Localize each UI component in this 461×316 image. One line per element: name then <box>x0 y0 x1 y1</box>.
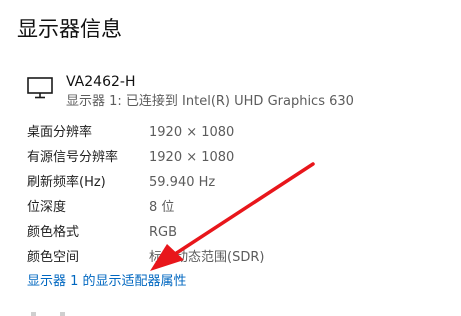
info-row-active-signal-resolution: 有源信号分辨率 1920 × 1080 <box>27 145 447 170</box>
info-value: 1920 × 1080 <box>149 125 235 140</box>
info-value: RGB <box>149 225 178 240</box>
info-row-refresh-rate: 刷新频率(Hz) 59.940 Hz <box>27 170 447 195</box>
info-value: 1920 × 1080 <box>149 150 235 165</box>
page-title: 显示器信息 <box>17 17 122 41</box>
info-row-desktop-resolution: 桌面分辨率 1920 × 1080 <box>27 120 447 145</box>
info-label: 颜色空间 <box>27 250 80 265</box>
display-info-table: 桌面分辨率 1920 × 1080 有源信号分辨率 1920 × 1080 刷新… <box>27 120 447 270</box>
monitor-name: VA2462-H <box>66 74 136 90</box>
display-adapter-properties-link[interactable]: 显示器 1 的显示适配器属性 <box>27 271 187 293</box>
monitor-connection-description: 显示器 1: 已连接到 Intel(R) UHD Graphics 630 <box>66 94 354 109</box>
info-label: 桌面分辨率 <box>27 125 93 140</box>
info-label: 刷新频率(Hz) <box>27 175 106 190</box>
info-row-color-space: 颜色空间 标准动态范围(SDR) <box>27 245 447 270</box>
info-row-color-format: 颜色格式 RGB <box>27 220 447 245</box>
info-value: 59.940 Hz <box>149 175 216 190</box>
monitor-icon <box>27 77 53 99</box>
info-label: 颜色格式 <box>27 225 80 240</box>
cut-off-content <box>31 312 65 316</box>
info-value: 标准动态范围(SDR) <box>149 250 265 265</box>
info-row-bit-depth: 位深度 8 位 <box>27 195 447 220</box>
info-value: 8 位 <box>149 200 175 215</box>
info-label: 位深度 <box>27 200 67 215</box>
info-label: 有源信号分辨率 <box>27 150 119 165</box>
